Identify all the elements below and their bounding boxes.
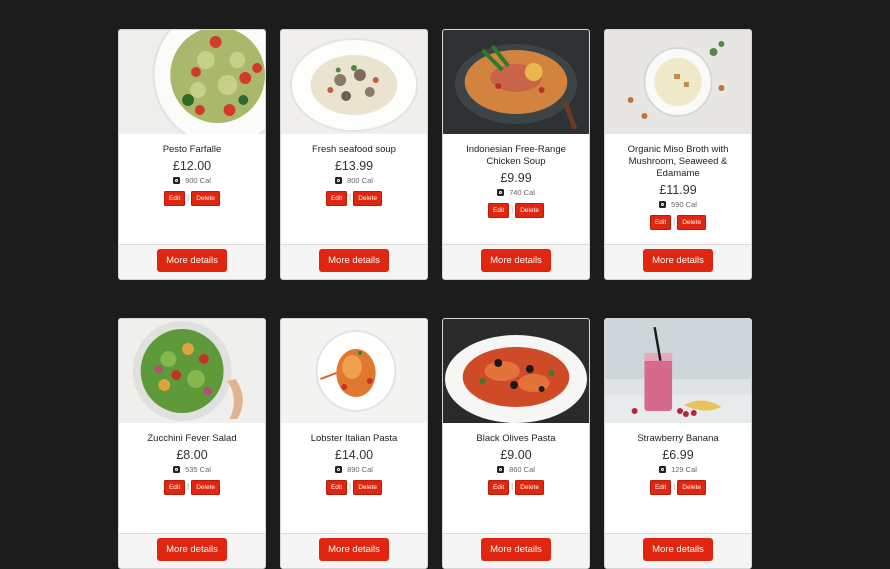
dish-calories: 860 Cal (509, 465, 535, 474)
calorie-icon (497, 466, 505, 473)
delete-button[interactable]: Delete (353, 191, 383, 206)
dish-photo (281, 30, 427, 134)
calorie-icon (659, 201, 667, 208)
more-details-button[interactable]: More details (319, 538, 389, 561)
delete-button[interactable]: Delete (515, 480, 545, 495)
dish-price: £12.00 (172, 159, 212, 173)
dish-price: £9.99 (500, 171, 532, 185)
delete-button[interactable]: Delete (191, 480, 221, 495)
delete-button[interactable]: Delete (515, 203, 545, 218)
dish-name: Zucchini Fever Salad (147, 433, 237, 444)
more-details-button[interactable]: More details (481, 249, 551, 272)
dish-calories: 535 Cal (185, 465, 211, 474)
dish-calories: 590 Cal (671, 200, 697, 209)
more-details-button[interactable]: More details (319, 249, 389, 272)
more-details-button[interactable]: More details (643, 249, 713, 272)
dish-photo (443, 30, 589, 134)
dish-name: Pesto Farfalle (162, 144, 222, 155)
dish-name: Fresh seafood soup (312, 144, 396, 155)
calorie-icon (497, 189, 505, 196)
dish-calories: 129 Cal (671, 465, 697, 474)
dish-price: £6.99 (662, 448, 694, 462)
dish-photo (605, 30, 751, 134)
menu-card: Indonesian Free-Range Chicken Soup £9.99… (442, 29, 590, 280)
delete-button[interactable]: Delete (677, 215, 707, 230)
menu-card: Fresh seafood soup £13.99 800 Cal Edit | D… (280, 29, 428, 280)
dish-calories: 800 Cal (347, 176, 373, 185)
edit-button[interactable]: Edit (325, 191, 348, 206)
edit-button[interactable]: Edit (487, 203, 510, 218)
more-details-button[interactable]: More details (157, 538, 227, 561)
edit-button[interactable]: Edit (649, 480, 672, 495)
dish-calories: 740 Cal (509, 188, 535, 197)
menu-card: Organic Miso Broth with Mushroom, Seawee… (604, 29, 752, 280)
calorie-icon (335, 466, 343, 473)
edit-button[interactable]: Edit (487, 480, 510, 495)
delete-button[interactable]: Delete (191, 191, 221, 206)
edit-button[interactable]: Edit (163, 191, 186, 206)
menu-card: Zucchini Fever Salad £8.00 535 Cal Edit |… (118, 318, 266, 569)
dish-price: £9.00 (500, 448, 532, 462)
dish-name: Lobster Italian Pasta (310, 433, 398, 444)
calorie-icon (173, 177, 181, 184)
more-details-button[interactable]: More details (157, 249, 227, 272)
edit-button[interactable]: Edit (649, 215, 672, 230)
dish-name: Organic Miso Broth with Mushroom, Seawee… (627, 144, 729, 179)
dish-name: Black Olives Pasta (476, 433, 556, 444)
dish-price: £8.00 (176, 448, 208, 462)
dish-photo (443, 319, 589, 423)
dish-photo (119, 30, 265, 134)
dish-name: Strawberry Banana (637, 433, 719, 444)
dish-photo (119, 319, 265, 423)
menu-card: Pesto Farfalle £12.00 900 Cal Edit | Delet… (118, 29, 266, 280)
delete-button[interactable]: Delete (677, 480, 707, 495)
menu-card: Lobster Italian Pasta £14.00 890 Cal Edi… (280, 318, 428, 569)
edit-button[interactable]: Edit (163, 480, 186, 495)
dish-price: £14.00 (334, 448, 374, 462)
menu-card: Black Olives Pasta £9.00 860 Cal Edit | De… (442, 318, 590, 569)
dish-price: £13.99 (334, 159, 374, 173)
calorie-icon (335, 177, 343, 184)
calorie-icon (659, 466, 667, 473)
calorie-icon (173, 466, 181, 473)
dish-photo (281, 319, 427, 423)
dish-calories: 890 Cal (347, 465, 373, 474)
more-details-button[interactable]: More details (481, 538, 551, 561)
dish-photo (605, 319, 751, 423)
menu-card: Strawberry Banana £6.99 129 Cal Edit | Del… (604, 318, 752, 569)
dish-calories: 900 Cal (185, 176, 211, 185)
dish-name: Indonesian Free-Range Chicken Soup (466, 144, 566, 167)
delete-button[interactable]: Delete (353, 480, 383, 495)
dish-price: £11.99 (659, 183, 697, 197)
more-details-button[interactable]: More details (643, 538, 713, 561)
edit-button[interactable]: Edit (325, 480, 348, 495)
